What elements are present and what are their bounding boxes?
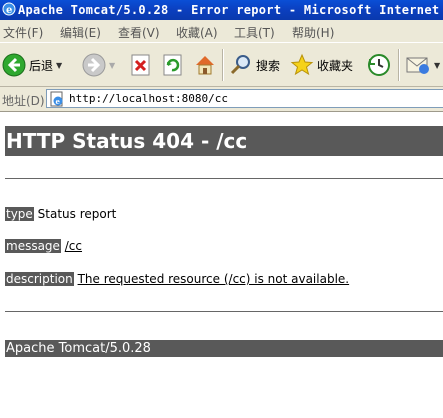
- mail-icon: [406, 57, 429, 74]
- menu-file[interactable]: 文件(F): [3, 24, 43, 41]
- search-label: 搜索: [256, 58, 281, 73]
- description-label: description: [5, 272, 74, 286]
- mail-button[interactable]: ▼: [405, 51, 440, 79]
- mail-dropdown-icon[interactable]: ▼: [434, 61, 440, 70]
- address-bar: 地址(D) e http://localhost:8080/cc: [0, 87, 443, 112]
- search-button[interactable]: 搜索: [229, 51, 280, 79]
- favorites-star-icon: [290, 53, 314, 76]
- page-heading: HTTP Status 404 - /cc: [5, 126, 443, 156]
- menu-edit[interactable]: 编辑(E): [60, 24, 101, 41]
- server-footer-text: Apache Tomcat/5.0.28: [6, 341, 151, 356]
- address-input[interactable]: e http://localhost:8080/cc: [46, 89, 443, 108]
- page-heading-text: HTTP Status 404 - /cc: [6, 129, 248, 153]
- favorites-label: 收藏夹: [317, 58, 354, 73]
- menu-bar: 文件(F) 编辑(E) 查看(V) 收藏(A) 工具(T) 帮助(H): [0, 20, 443, 43]
- divider: [5, 311, 443, 312]
- toolbar-separator: [222, 49, 224, 81]
- search-icon: [230, 55, 250, 75]
- back-label: 后退: [29, 58, 54, 73]
- favorites-button[interactable]: 收藏夹: [290, 51, 353, 79]
- menu-help[interactable]: 帮助(H): [292, 24, 334, 41]
- menu-tools[interactable]: 工具(T): [234, 24, 275, 41]
- svg-text:e: e: [6, 5, 12, 16]
- forward-dropdown-icon[interactable]: ▼: [109, 61, 115, 70]
- history-icon: [368, 54, 390, 76]
- ie-logo-icon: e: [2, 2, 16, 16]
- stop-icon: [131, 54, 150, 76]
- history-button[interactable]: [367, 51, 391, 79]
- home-icon: [196, 56, 214, 75]
- back-arrow-icon: [2, 53, 26, 77]
- menu-view[interactable]: 查看(V): [118, 24, 160, 41]
- window-title-bar[interactable]: e Apache Tomcat/5.0.28 - Error report - …: [0, 0, 443, 20]
- type-value: Status report: [37, 207, 117, 221]
- description-row: description The requested resource (/cc)…: [5, 272, 349, 286]
- stop-button[interactable]: [130, 51, 152, 79]
- refresh-button[interactable]: [162, 51, 184, 79]
- page-content: HTTP Status 404 - /cc type Status report…: [0, 112, 443, 418]
- home-button[interactable]: [193, 51, 217, 79]
- back-dropdown-icon[interactable]: ▼: [56, 61, 62, 70]
- menu-favorites[interactable]: 收藏(A): [176, 24, 218, 41]
- type-label: type: [5, 207, 34, 221]
- refresh-icon: [163, 54, 182, 76]
- page-icon: e: [50, 91, 63, 107]
- forward-arrow-icon: [82, 53, 106, 77]
- toolbar-separator: [398, 49, 400, 81]
- server-footer: Apache Tomcat/5.0.28: [5, 340, 443, 357]
- toolbar: 后退 ▼ ▼ 搜索 收藏夹 ▼: [0, 43, 443, 87]
- svg-text:e: e: [56, 97, 61, 106]
- address-label: 地址(D): [2, 94, 45, 108]
- forward-button[interactable]: ▼: [82, 51, 115, 79]
- divider: [5, 178, 443, 179]
- description-value: The requested resource (/cc) is not avai…: [77, 272, 350, 286]
- message-label: message: [5, 239, 61, 253]
- message-row: message /cc: [5, 239, 82, 253]
- window-title: Apache Tomcat/5.0.28 - Error report - Mi…: [18, 3, 443, 17]
- address-url: http://localhost:8080/cc: [69, 92, 228, 105]
- message-value: /cc: [64, 239, 83, 253]
- back-button[interactable]: 后退 ▼: [2, 51, 62, 79]
- type-row: type Status report: [5, 207, 116, 221]
